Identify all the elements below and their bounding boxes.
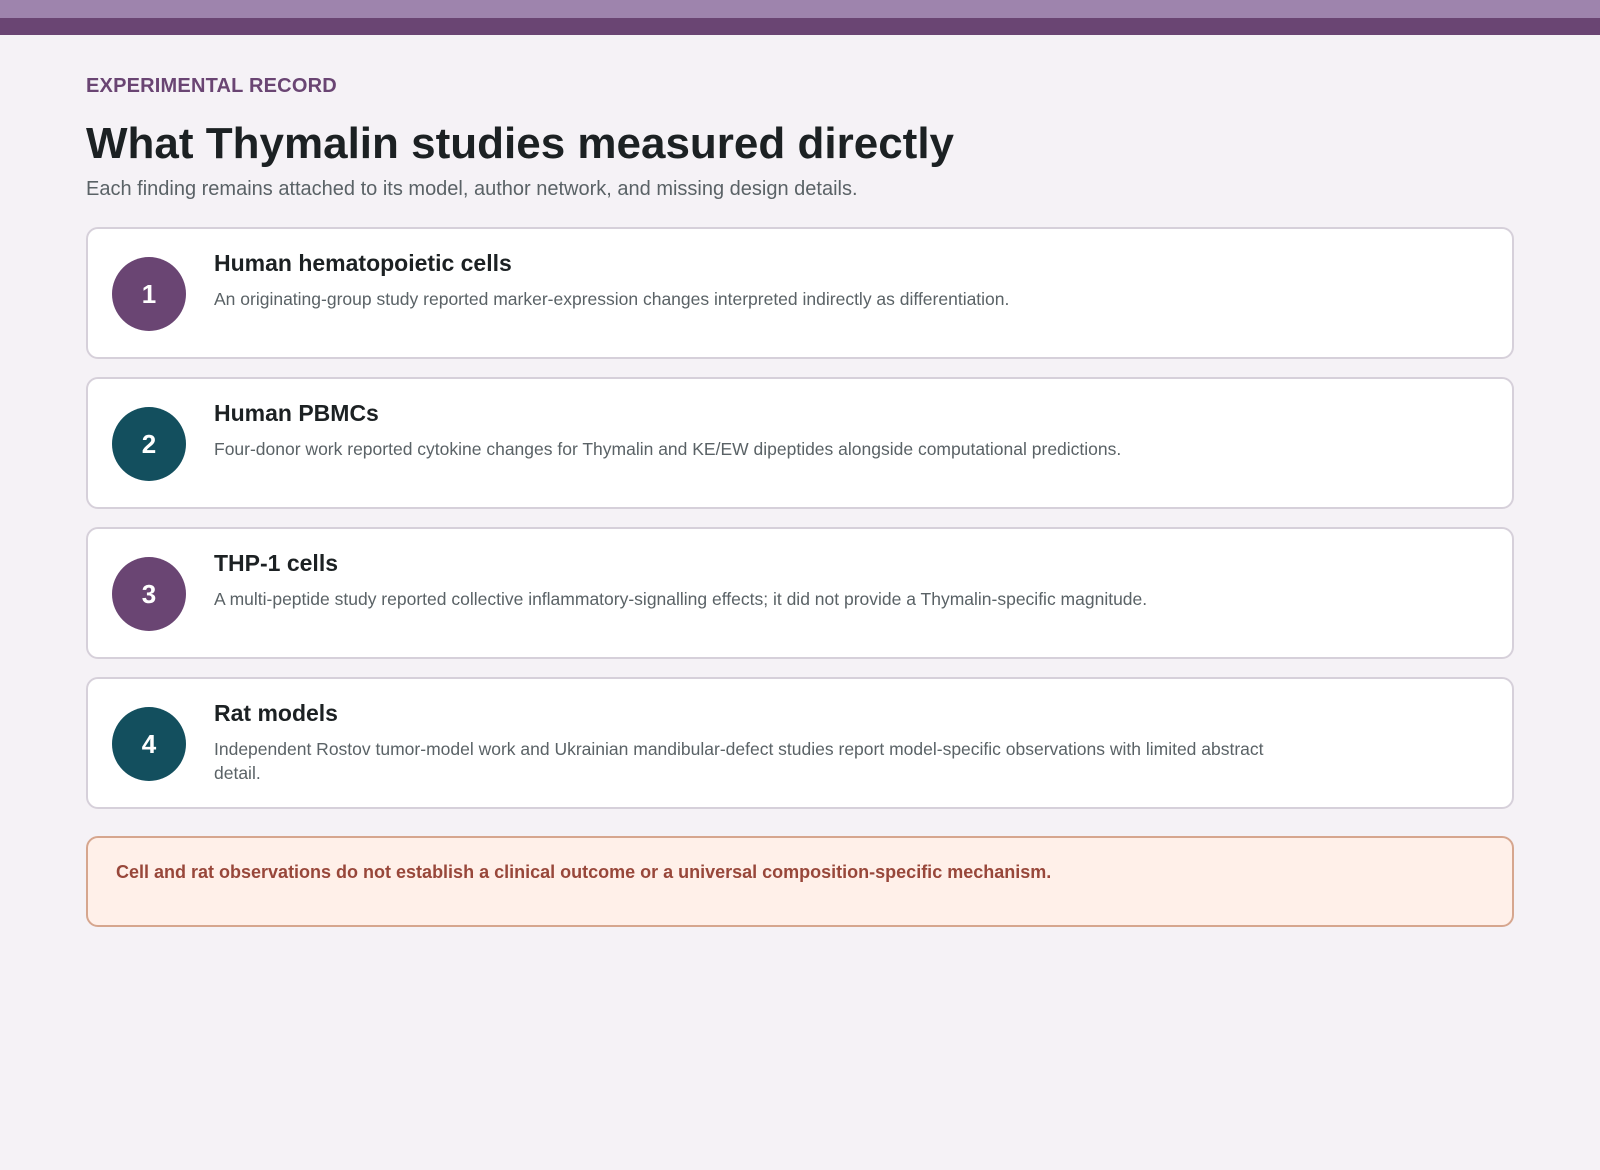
finding-card-1: 1 Human hematopoietic cells An originati… [86,227,1514,359]
page-title: What Thymalin studies measured directly [86,119,955,168]
finding-number-badge: 1 [112,257,186,331]
top-accent-bar [0,0,1600,35]
finding-number-badge: 4 [112,707,186,781]
finding-card-3: 3 THP-1 cells A multi-peptide study repo… [86,527,1514,659]
finding-title: Rat models [214,700,338,726]
finding-text: Human hematopoietic cells An originating… [214,249,1314,311]
finding-description: A multi-peptide study reported collectiv… [214,589,1148,609]
finding-title: THP-1 cells [214,550,338,576]
finding-title: Human hematopoietic cells [214,250,512,276]
finding-text: Human PBMCs Four-donor work reported cyt… [214,399,1314,461]
caveat-text: Cell and rat observations do not establi… [116,862,1052,882]
caveat-callout: Cell and rat observations do not establi… [86,836,1514,927]
finding-title: Human PBMCs [214,400,379,426]
finding-description: Independent Rostov tumor-model work and … [214,739,1264,783]
main-content: EXPERIMENTAL RECORD What Thymalin studie… [86,70,1514,927]
finding-card-4: 4 Rat models Independent Rostov tumor-mo… [86,677,1514,809]
finding-description: Four-donor work reported cytokine change… [214,439,1122,459]
section-eyebrow: EXPERIMENTAL RECORD [86,75,337,97]
top-accent-band-light [0,0,1600,18]
finding-text: THP-1 cells A multi-peptide study report… [214,549,1314,611]
finding-number-badge: 2 [112,407,186,481]
top-accent-band-dark [0,18,1600,35]
finding-description: An originating-group study reported mark… [214,289,1010,309]
finding-card-2: 2 Human PBMCs Four-donor work reported c… [86,377,1514,509]
page-subtitle: Each finding remains attached to its mod… [86,178,858,200]
finding-text: Rat models Independent Rostov tumor-mode… [214,699,1314,785]
finding-number-badge: 3 [112,557,186,631]
findings-list: 1 Human hematopoietic cells An originati… [86,227,1514,809]
